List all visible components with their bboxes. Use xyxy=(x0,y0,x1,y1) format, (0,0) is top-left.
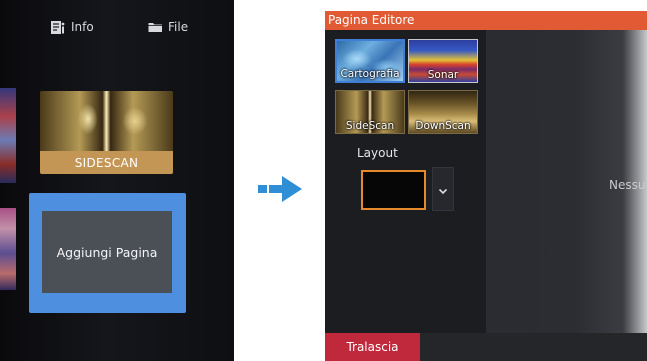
app-tile-label: DownScan xyxy=(415,120,471,132)
background-app-preview xyxy=(0,208,16,290)
background-app-preview xyxy=(0,88,16,183)
layout-dropdown-button[interactable] xyxy=(432,167,454,211)
layout-label: Layout xyxy=(357,146,398,160)
editor-preview-area: Nessu xyxy=(486,30,647,344)
layout-preview-selector[interactable] xyxy=(361,170,426,210)
info-document-icon xyxy=(50,20,66,35)
app-tile-sidescan[interactable]: SideScan xyxy=(335,90,405,134)
file-label: File xyxy=(168,20,189,34)
arrow-right-icon xyxy=(258,174,304,208)
sidescan-app-tile[interactable]: SIDESCAN xyxy=(40,91,173,174)
folder-icon xyxy=(148,21,163,33)
page-editor-window: Pagina Editore Nessu Cartografia Sonar S… xyxy=(325,11,647,361)
editor-title-bar: Pagina Editore xyxy=(325,11,647,30)
add-page-button[interactable]: Aggiungi Pagina xyxy=(42,211,172,293)
file-menu-item[interactable]: File xyxy=(148,16,188,38)
home-screen-panel: Info File SIDESCAN Aggiungi Pagina xyxy=(0,0,234,361)
info-label: Info xyxy=(71,20,94,34)
app-tile-chart[interactable]: Cartografia xyxy=(335,39,405,83)
app-tile-label: Sonar xyxy=(427,69,459,81)
skip-button[interactable]: Tralascia xyxy=(325,333,420,361)
app-tile-sonar[interactable]: Sonar xyxy=(408,39,478,83)
add-page-highlight: Aggiungi Pagina xyxy=(29,193,186,313)
empty-page-message: Nessu xyxy=(609,178,646,192)
app-tile-label: Cartografia xyxy=(340,68,400,80)
app-tile-label: SideScan xyxy=(345,120,395,132)
info-menu-item[interactable]: Info xyxy=(50,16,94,38)
chevron-down-icon xyxy=(438,180,448,199)
app-tile-downscan[interactable]: DownScan xyxy=(408,90,478,134)
sidescan-tile-label: SIDESCAN xyxy=(40,151,173,174)
sidescan-thumbnail xyxy=(40,91,173,151)
